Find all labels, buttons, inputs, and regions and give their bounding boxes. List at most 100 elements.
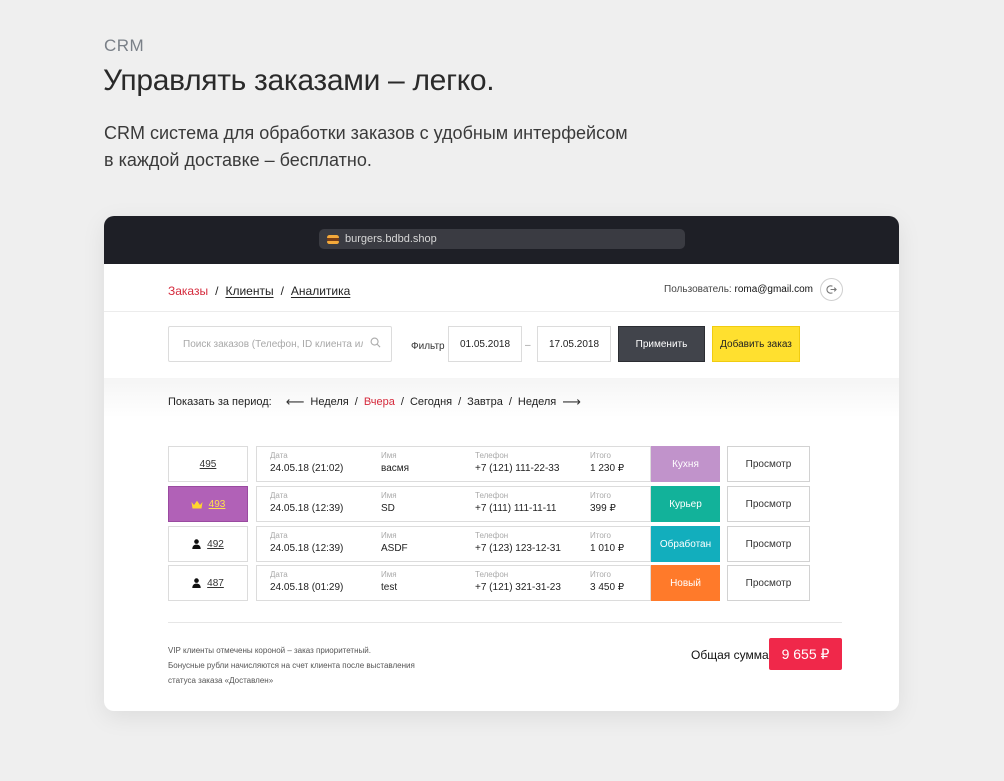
order-id-cell[interactable]: 493: [168, 486, 248, 522]
status-badge[interactable]: Курьер: [651, 486, 720, 522]
view-button[interactable]: Просмотр: [727, 526, 810, 562]
order-id[interactable]: 487: [207, 578, 224, 589]
order-id-cell[interactable]: 492: [168, 526, 248, 562]
logout-icon: [826, 285, 837, 294]
date-to-field[interactable]: 17.05.2018: [537, 326, 611, 362]
date-from-field[interactable]: 01.05.2018: [448, 326, 522, 362]
footer-divider: [168, 622, 842, 623]
period-today[interactable]: Сегодня: [410, 396, 452, 408]
order-name: SD: [381, 503, 395, 514]
period-selector: Показать за период: ⟵ Неделя / Вчера / С…: [168, 394, 581, 410]
order-id[interactable]: 495: [200, 459, 217, 470]
status-badge[interactable]: Новый: [651, 565, 720, 601]
period-separator: /: [508, 396, 512, 408]
name-label: Имя: [381, 531, 397, 540]
order-info: Дата 24.05.18 (12:39) Имя ASDF Телефон +7 (…: [256, 526, 651, 562]
total-sum-label: Общая сумма: [691, 648, 769, 662]
logout-button[interactable]: [820, 278, 843, 301]
arrow-left-icon[interactable]: ⟵: [286, 394, 305, 410]
hero-tag: CRM: [104, 36, 145, 55]
order-id-cell[interactable]: 487: [168, 565, 248, 601]
hero-subtitle: CRM система для обработки заказов с удоб…: [104, 120, 664, 174]
breadcrumb: Заказы / Клиенты / Аналитика: [168, 284, 350, 298]
toolbar: Фильтр 01.05.2018 – 17.05.2018 Применить…: [104, 312, 899, 378]
filter-label: Фильтр: [411, 341, 445, 352]
top-nav: Заказы / Клиенты / Аналитика Пользовател…: [104, 264, 899, 312]
period-tomorrow[interactable]: Завтра: [467, 396, 503, 408]
date-label: Дата: [270, 531, 288, 540]
order-date: 24.05.18 (21:02): [270, 463, 344, 474]
order-total: 1 010 ₽: [590, 543, 625, 554]
name-label: Имя: [381, 451, 397, 460]
nav-clients[interactable]: Клиенты: [225, 284, 273, 298]
address-bar[interactable]: burgers.bdbd.shop: [319, 229, 685, 249]
date-label: Дата: [270, 491, 288, 500]
order-info: Дата 24.05.18 (01:29) Имя test Телефон +7 (…: [256, 565, 651, 601]
period-label: Показать за период:: [168, 396, 272, 408]
status-badge[interactable]: Кухня: [651, 446, 720, 482]
date-label: Дата: [270, 451, 288, 460]
footer-notes: VIP клиенты отмечены короной – заказ при…: [168, 643, 415, 688]
period-next-week[interactable]: Неделя: [518, 396, 556, 408]
name-label: Имя: [381, 491, 397, 500]
burger-icon: [327, 234, 339, 244]
total-label: Итого: [590, 570, 611, 579]
period-yesterday[interactable]: Вчера: [364, 396, 395, 408]
order-row: 492 Дата 24.05.18 (12:39) Имя ASDF Телефон…: [168, 526, 810, 562]
user-label: Пользователь:: [664, 284, 732, 295]
add-order-button[interactable]: Добавить заказ: [712, 326, 800, 362]
view-button[interactable]: Просмотр: [727, 446, 810, 482]
order-id-cell[interactable]: 495: [168, 446, 248, 482]
nav-orders[interactable]: Заказы: [168, 284, 208, 298]
search-input[interactable]: [168, 326, 392, 362]
note-vip: VIP клиенты отмечены короной – заказ при…: [168, 646, 371, 655]
order-row: 493 Дата 24.05.18 (12:39) Имя SD Телефон +7…: [168, 486, 810, 522]
order-name: васмя: [381, 463, 410, 474]
total-label: Итого: [590, 491, 611, 500]
order-date: 24.05.18 (12:39): [270, 543, 344, 554]
period-separator: /: [400, 396, 404, 408]
period-prev-week[interactable]: Неделя: [310, 396, 348, 408]
nav-analytics[interactable]: Аналитика: [291, 284, 350, 298]
user-info: Пользователь: roma@gmail.com: [664, 284, 813, 295]
search-icon: [370, 337, 381, 348]
hero-subtitle-line-1: CRM система для обработки заказов с удоб…: [104, 123, 628, 143]
browser-bar: burgers.bdbd.shop: [104, 216, 899, 264]
view-button[interactable]: Просмотр: [727, 486, 810, 522]
user-icon: [192, 578, 201, 588]
hero-subtitle-line-2: в каждой доставке – бесплатно.: [104, 150, 372, 170]
view-button[interactable]: Просмотр: [727, 565, 810, 601]
date-label: Дата: [270, 570, 288, 579]
order-phone: +7 (123) 123-12-31: [475, 543, 561, 554]
name-label: Имя: [381, 570, 397, 579]
user-icon: [192, 539, 201, 549]
apply-button[interactable]: Применить: [618, 326, 705, 362]
hero-title: Управлять заказами – легко.: [103, 64, 495, 97]
note-bonus-cont: статуса заказа «Доставлен»: [168, 676, 274, 685]
order-total: 3 450 ₽: [590, 582, 625, 593]
total-sum-value: 9 655 ₽: [769, 638, 842, 670]
status-badge[interactable]: Обработан: [651, 526, 720, 562]
user-email: roma@gmail.com: [734, 284, 813, 295]
total-label: Итого: [590, 451, 611, 460]
date-dash: –: [525, 340, 531, 351]
phone-label: Телефон: [475, 451, 509, 460]
arrow-right-icon[interactable]: ⟶: [562, 394, 581, 410]
crown-icon: [191, 500, 203, 508]
order-phone: +7 (121) 111-22-33: [475, 463, 560, 474]
order-name: test: [381, 582, 398, 593]
period-separator: /: [458, 396, 462, 408]
order-info: Дата 24.05.18 (21:02) Имя васмя Телефон +7 …: [256, 446, 651, 482]
phone-label: Телефон: [475, 531, 509, 540]
order-date: 24.05.18 (01:29): [270, 582, 344, 593]
order-total: 399 ₽: [590, 503, 616, 514]
order-name: ASDF: [381, 543, 408, 554]
order-phone: +7 (111) 111-11-11: [475, 503, 557, 514]
order-id[interactable]: 493: [209, 499, 226, 510]
nav-separator: /: [215, 284, 219, 298]
order-date: 24.05.18 (12:39): [270, 503, 344, 514]
url-text: burgers.bdbd.shop: [345, 233, 437, 245]
order-id[interactable]: 492: [207, 539, 224, 550]
phone-label: Телефон: [475, 570, 509, 579]
order-row: 487 Дата 24.05.18 (01:29) Имя test Телефон…: [168, 565, 810, 601]
